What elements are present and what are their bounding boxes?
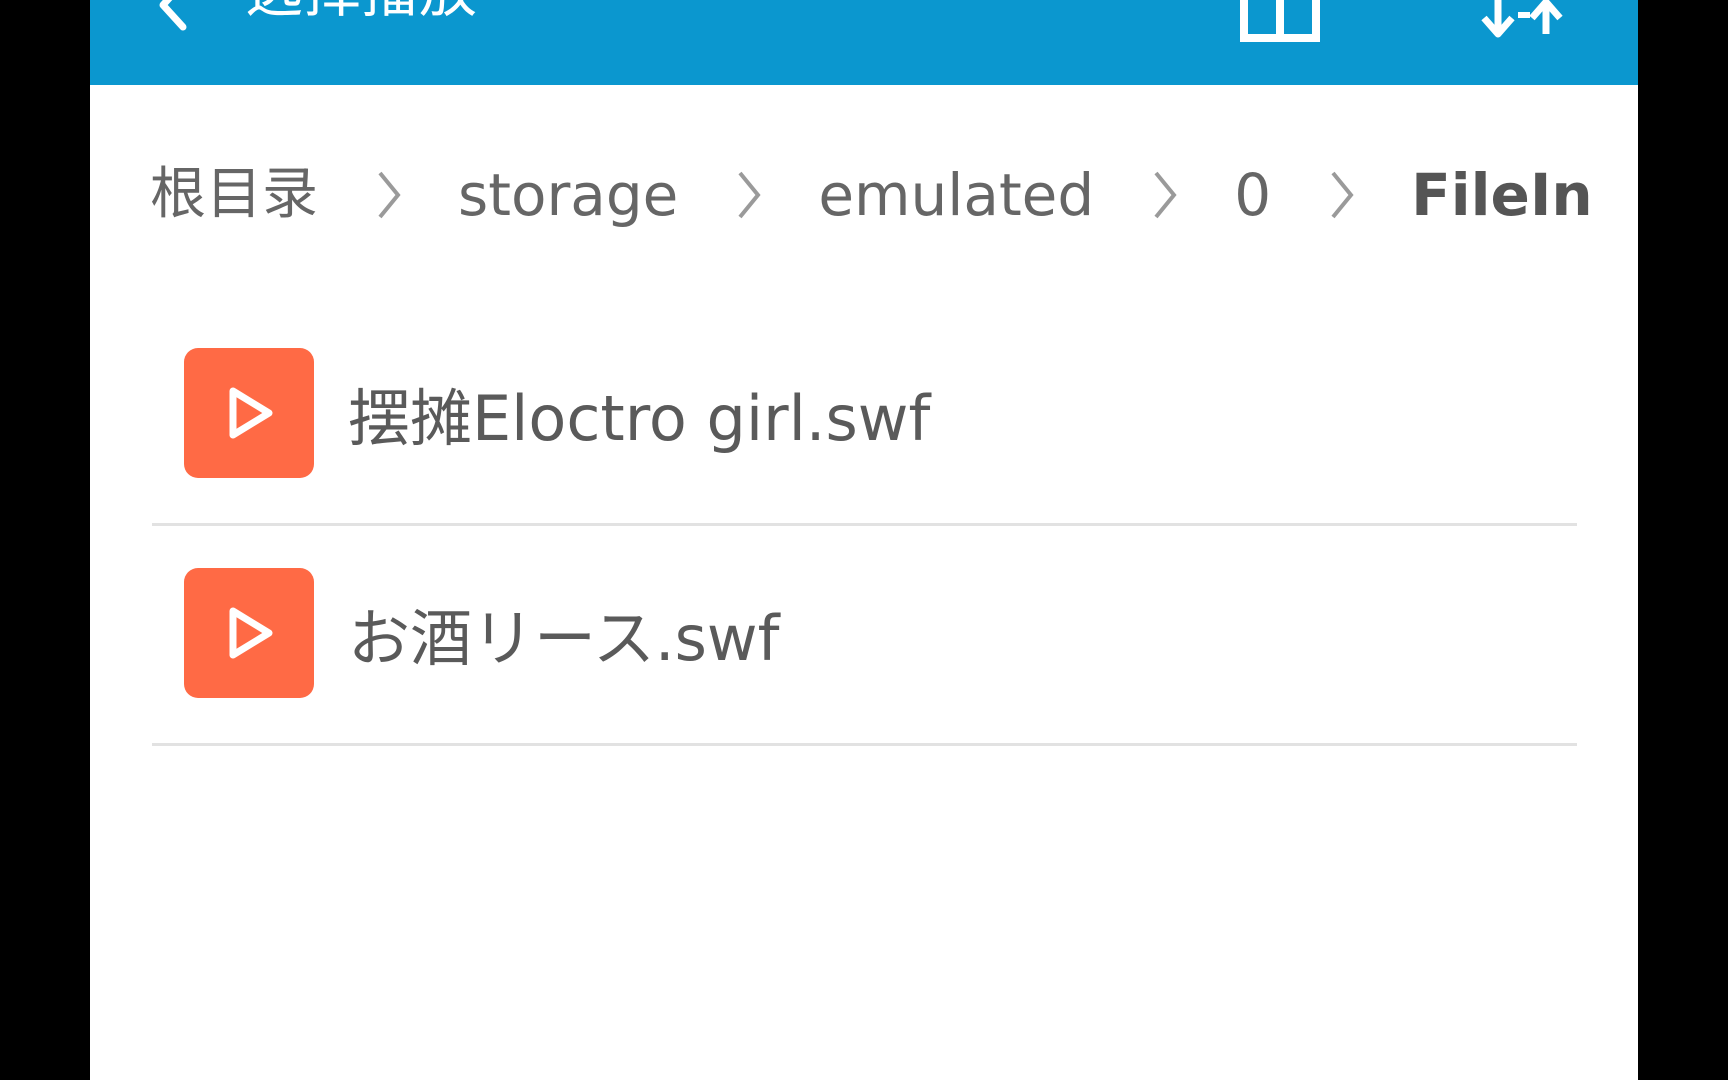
sort-button[interactable] bbox=[1460, 0, 1580, 50]
chevron-right-icon bbox=[318, 165, 458, 225]
breadcrumb-item-0[interactable]: 0 bbox=[1234, 166, 1271, 224]
breadcrumb-current[interactable]: FileIn bbox=[1411, 166, 1593, 224]
chevron-right-icon bbox=[1271, 165, 1411, 225]
chevron-right-icon bbox=[1094, 165, 1234, 225]
file-list-item[interactable]: お酒リース.swf bbox=[152, 523, 1577, 746]
file-name: お酒リース.swf bbox=[348, 602, 780, 675]
breadcrumb: 根目录 storage emulated 0 FileIn bbox=[150, 150, 1638, 240]
app-bar: 选择播放 bbox=[90, 0, 1638, 85]
sort-icon bbox=[1481, 0, 1563, 38]
play-icon bbox=[229, 387, 273, 439]
page-title: 选择播放 bbox=[245, 0, 477, 20]
back-button[interactable] bbox=[130, 0, 220, 50]
back-arrow-icon bbox=[159, 0, 187, 31]
chevron-right-icon bbox=[678, 165, 818, 225]
play-icon bbox=[229, 607, 273, 659]
file-name: 摆摊Eloctro girl.swf bbox=[348, 382, 931, 455]
phone-screen: 选择播放 根目录 storage emulated bbox=[90, 0, 1638, 1080]
file-type-badge bbox=[184, 348, 314, 478]
breadcrumb-root[interactable]: 根目录 bbox=[150, 167, 318, 223]
grid-view-icon bbox=[1240, 0, 1320, 42]
breadcrumb-item-emulated[interactable]: emulated bbox=[818, 166, 1094, 224]
file-type-badge bbox=[184, 568, 314, 698]
grid-view-button[interactable] bbox=[1230, 0, 1330, 50]
breadcrumb-item-storage[interactable]: storage bbox=[458, 166, 678, 224]
file-list-item[interactable]: 摆摊Eloctro girl.swf bbox=[152, 303, 1577, 526]
